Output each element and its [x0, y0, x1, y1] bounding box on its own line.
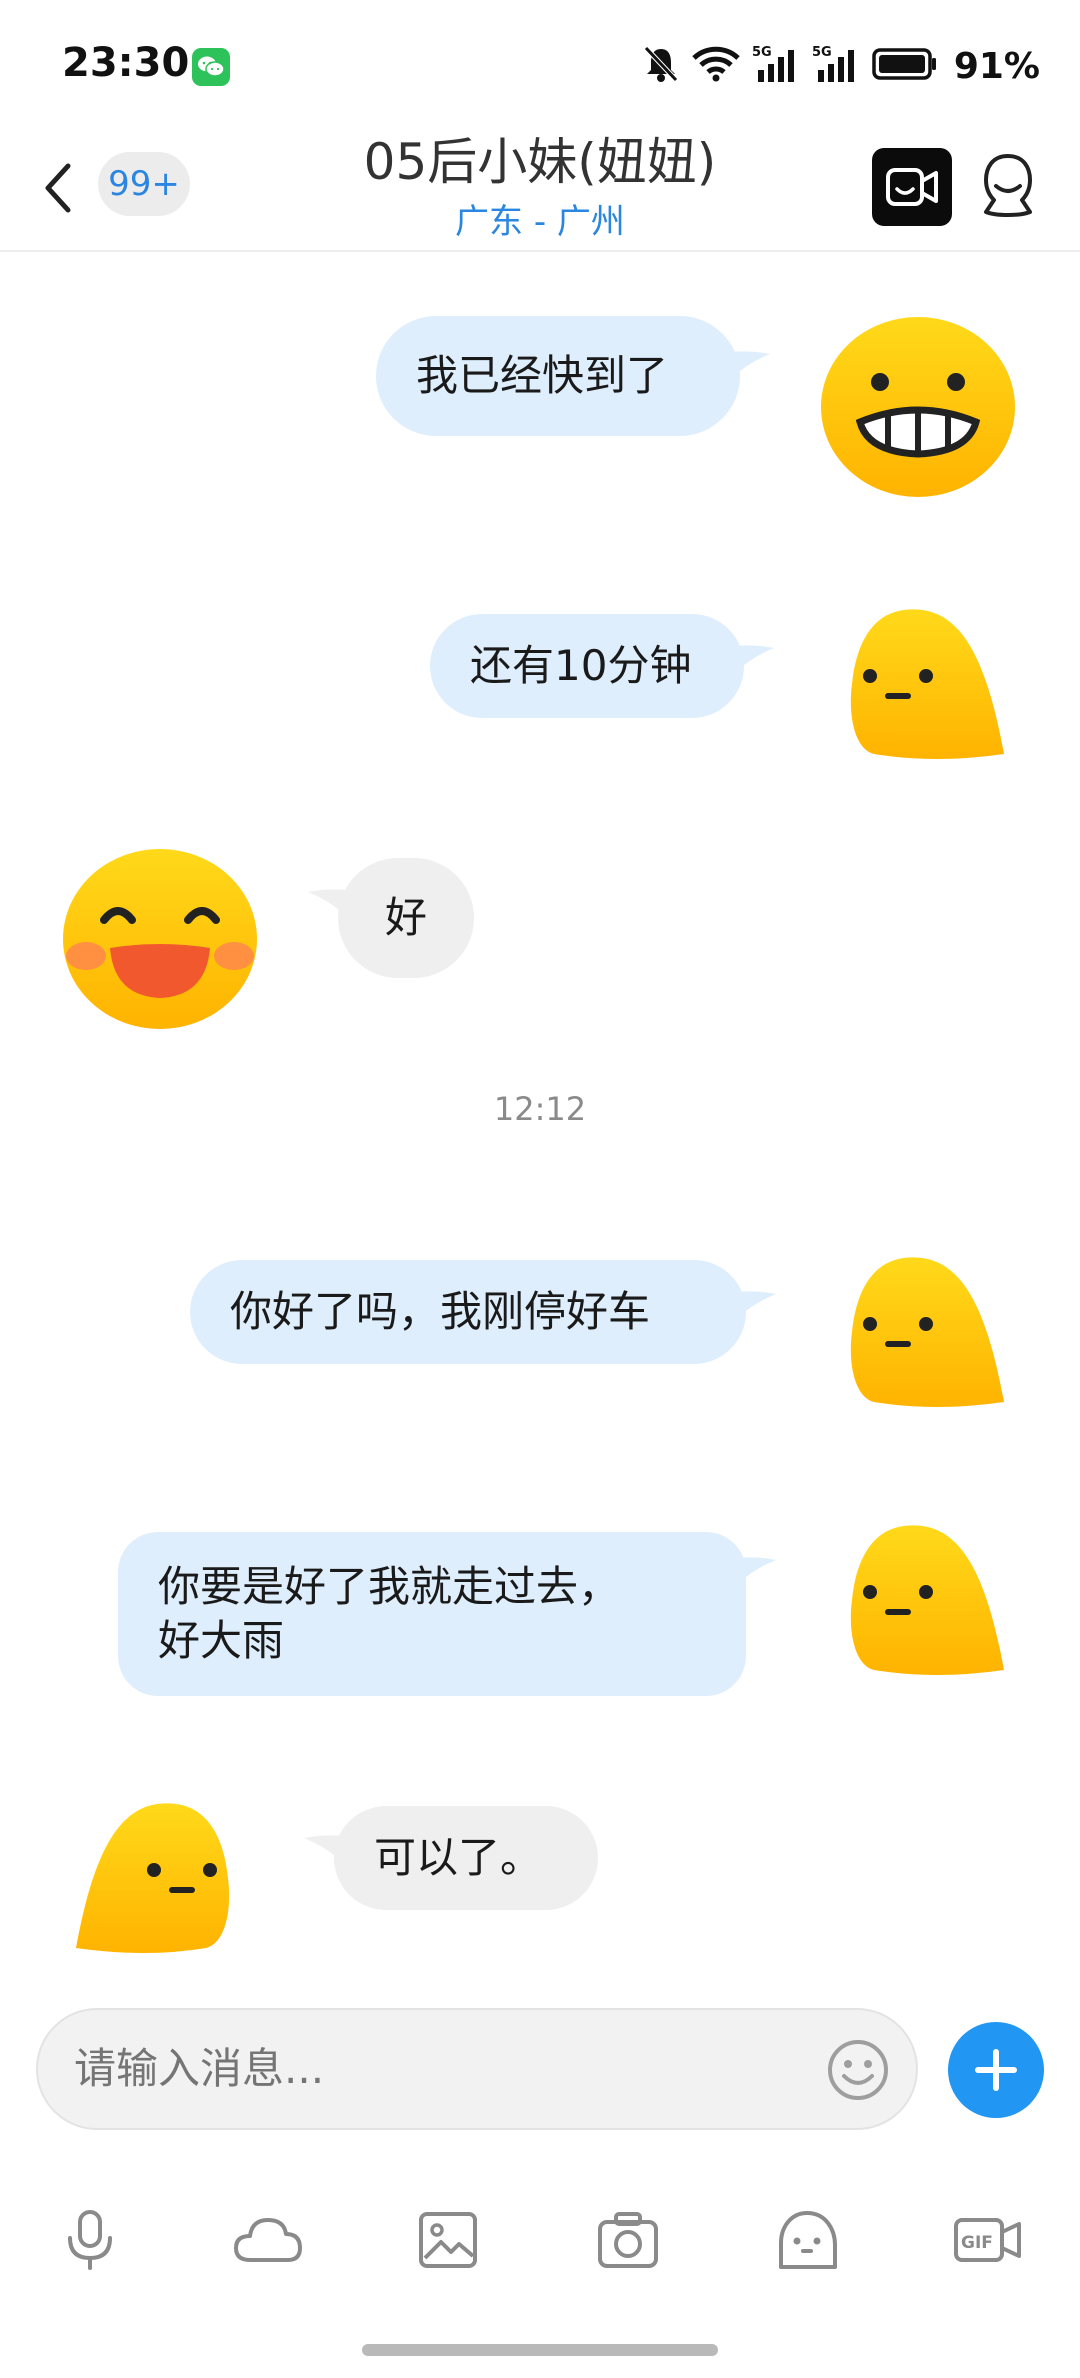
message-list[interactable]: 我已经快到了 还有10分钟 好 12:12 你好了吗，我刚停好车 你要是好了我就…: [0, 252, 1080, 1992]
voice-button[interactable]: [50, 2200, 130, 2280]
smiley-icon: [828, 2040, 888, 2100]
svg-text:5G: 5G: [812, 45, 832, 60]
cloud-icon: [234, 2218, 302, 2262]
video-call-icon: [886, 168, 938, 206]
input-toolbar: GIF: [0, 2200, 1080, 2290]
blob-avatar[interactable]: [844, 604, 1014, 764]
laughing-emoji-avatar[interactable]: [60, 844, 260, 1034]
sticker-button[interactable]: [768, 2200, 848, 2280]
bubble-tail: [736, 1557, 776, 1582]
message-outgoing: 我已经快到了: [0, 252, 1080, 502]
bubble-tail: [734, 645, 774, 670]
wechat-icon: [192, 48, 230, 86]
gif-icon: GIF: [954, 2218, 1021, 2262]
sticker-icon: [779, 2211, 837, 2269]
message-bubble[interactable]: 还有10分钟: [430, 614, 744, 718]
battery-percent: 91%: [953, 45, 1040, 87]
message-bubble[interactable]: 好: [338, 858, 474, 978]
gallery-button[interactable]: [408, 2200, 488, 2280]
grin-emoji-avatar[interactable]: [818, 312, 1018, 502]
message-input-bar: [36, 2008, 918, 2130]
gif-video-button[interactable]: GIF: [948, 2200, 1028, 2280]
message-incoming: 可以了。: [0, 1782, 1080, 1982]
chat-location: 广东 - 广州: [455, 202, 625, 242]
back-button[interactable]: [34, 158, 84, 218]
signal-5g-icon: 5G: [752, 44, 800, 88]
add-attachment-button[interactable]: [948, 2022, 1044, 2118]
microphone-icon: [68, 2210, 112, 2270]
home-indicator[interactable]: [362, 2344, 718, 2356]
svg-text:5G: 5G: [752, 45, 772, 60]
unread-count-badge[interactable]: 99+: [98, 152, 190, 216]
message-outgoing: 你好了吗，我刚停好车: [0, 1192, 1080, 1407]
image-icon: [419, 2212, 477, 2268]
wifi-icon: [692, 46, 740, 86]
message-text-line: 你要是好了我就走过去，: [158, 1562, 621, 1611]
message-timestamp: 12:12: [493, 1090, 587, 1128]
status-time: 23:30: [62, 40, 190, 86]
message-incoming: 好: [0, 822, 1080, 1042]
message-bubble[interactable]: 我已经快到了: [376, 316, 740, 436]
emoji-button[interactable]: [826, 2038, 890, 2102]
message-outgoing: 你要是好了我就走过去， 好大雨: [0, 1492, 1080, 1696]
message-text: 你好了吗，我刚停好车: [230, 1287, 651, 1336]
camera-button[interactable]: [588, 2200, 668, 2280]
svg-text:GIF: GIF: [961, 2233, 993, 2253]
message-text: 我已经快到了: [416, 351, 669, 400]
profile-icon: [984, 154, 1032, 217]
bubble-tail: [730, 351, 770, 376]
cloud-button[interactable]: [228, 2200, 308, 2280]
message-bubble[interactable]: 你要是好了我就走过去， 好大雨: [118, 1532, 746, 1696]
message-outgoing: 还有10分钟: [0, 552, 1080, 759]
chat-header: 99+ 05后小妹(妞妞) 广东 - 广州: [0, 130, 1080, 252]
bubble-tail: [736, 1291, 776, 1316]
video-call-button[interactable]: [872, 148, 952, 226]
message-bubble[interactable]: 你好了吗，我刚停好车: [190, 1260, 746, 1364]
blob-avatar[interactable]: [66, 1798, 236, 1958]
mute-bell-icon: [642, 44, 680, 88]
chevron-left-icon: [45, 163, 71, 213]
message-bubble[interactable]: 可以了。: [334, 1806, 598, 1910]
blob-avatar[interactable]: [844, 1252, 1014, 1412]
message-input[interactable]: [74, 2010, 794, 2128]
message-text: 可以了。: [374, 1833, 543, 1882]
status-bar: 23:30 5G 5G 91%: [0, 0, 1080, 130]
message-text-line: 好大雨: [158, 1616, 285, 1665]
profile-button[interactable]: [976, 150, 1040, 222]
camera-icon: [598, 2212, 658, 2268]
plus-icon: [975, 2049, 1017, 2091]
battery-icon: [872, 47, 938, 85]
chat-title: 05后小妹(妞妞): [363, 133, 717, 191]
blob-avatar[interactable]: [844, 1520, 1014, 1680]
message-text: 还有10分钟: [470, 641, 692, 690]
signal-5g-icon: 5G: [812, 44, 860, 88]
status-icons: 5G 5G 91%: [642, 44, 1040, 88]
message-text: 好: [384, 893, 427, 942]
